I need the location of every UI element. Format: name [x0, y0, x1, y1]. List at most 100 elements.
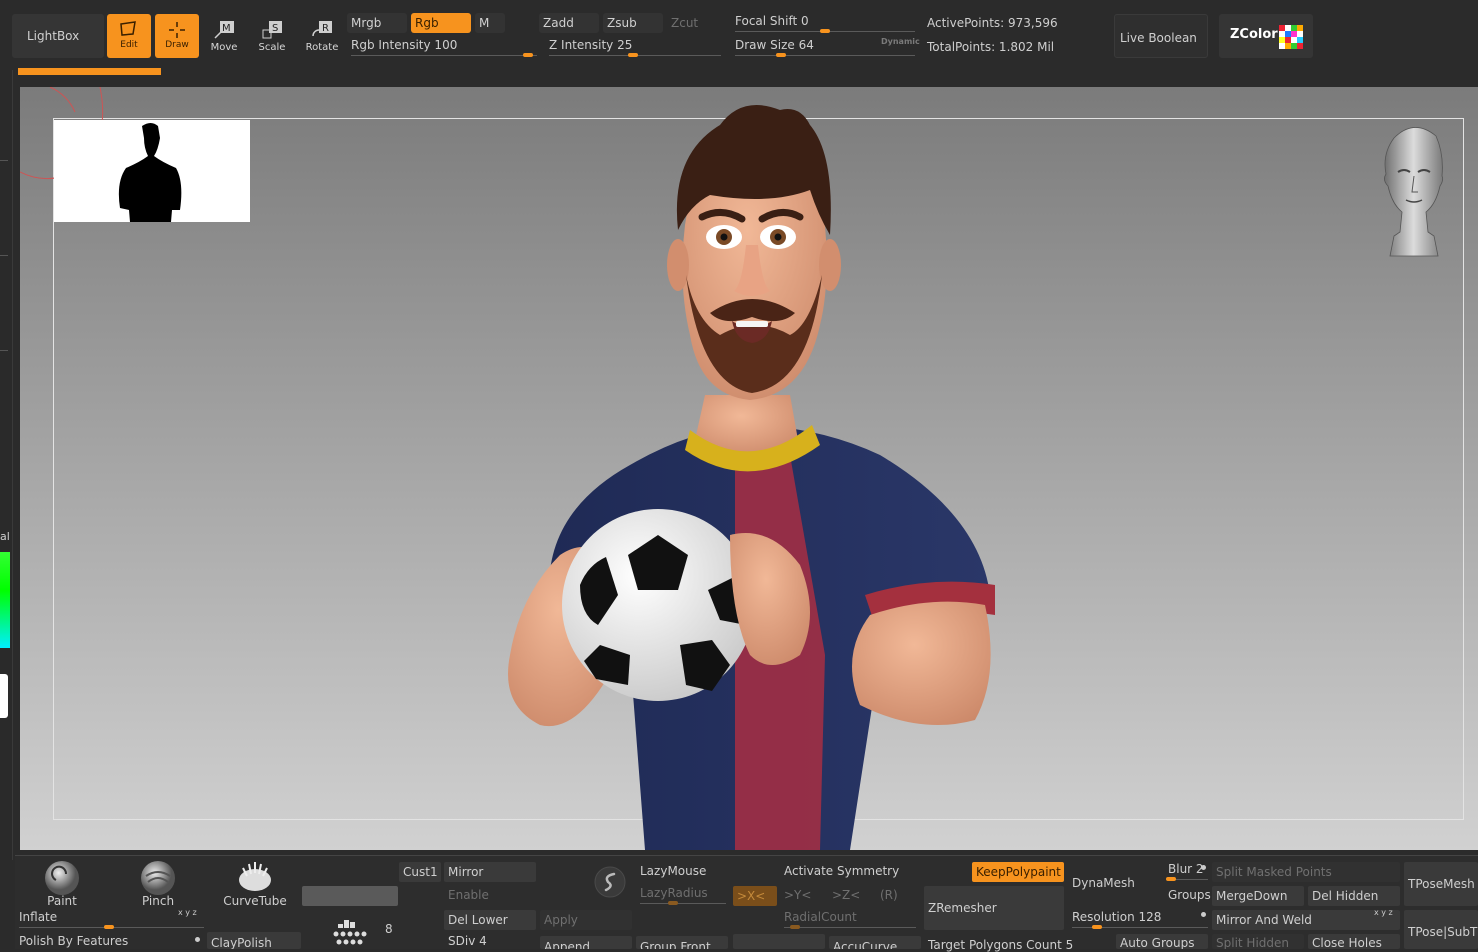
cust1-button[interactable]: Cust1 — [399, 862, 441, 882]
paint-brush-label: Paint — [47, 894, 77, 908]
curvetube-brush[interactable]: CurveTube — [220, 860, 290, 908]
polish-indicator — [195, 937, 200, 942]
close-holes-button[interactable]: Close Holes — [1308, 934, 1400, 949]
enable-button[interactable]: Enable — [448, 888, 489, 902]
draw-label: Draw — [165, 40, 189, 50]
lazyradius-label: LazyRadius — [640, 886, 708, 900]
svg-text:R: R — [322, 23, 329, 34]
z-intensity-knob[interactable] — [628, 53, 638, 57]
auto-groups-button[interactable]: Auto Groups — [1116, 934, 1208, 949]
draw-icon — [169, 22, 185, 38]
mirror-button[interactable]: Mirror — [444, 862, 536, 882]
move-label: Move — [210, 42, 238, 53]
active-points: ActivePoints: 973,596 — [927, 16, 1058, 30]
lightbox-button[interactable]: LightBox — [12, 14, 104, 58]
radialcount-label: RadialCount — [784, 910, 857, 924]
pinch-brush[interactable]: Pinch — [136, 860, 180, 908]
groups-button[interactable]: Groups — [1168, 888, 1211, 902]
tposemesh-button[interactable]: TPoseMesh — [1404, 862, 1478, 906]
mergedown-button[interactable]: MergeDown — [1212, 886, 1304, 906]
paint-brush-icon — [45, 861, 79, 895]
rgb-button[interactable]: Rgb — [411, 13, 471, 33]
inflate-label: Inflate — [19, 910, 58, 924]
edit-button[interactable]: Edit — [107, 14, 151, 58]
keeppolypaint-button[interactable]: KeepPolypaint — [972, 862, 1064, 882]
edit-label: Edit — [120, 40, 138, 50]
m-button[interactable]: M — [475, 13, 505, 33]
append-button[interactable]: Append — [540, 936, 632, 949]
svg-text:M: M — [222, 23, 231, 34]
zsub-button[interactable]: Zsub — [603, 13, 663, 33]
tpose-subt-button[interactable]: TPose|SubT — [1404, 910, 1478, 949]
mirror-and-weld-button[interactable]: Mirror And Weld — [1212, 910, 1400, 930]
progress-bar — [18, 68, 161, 75]
pinch-brush-label: Pinch — [141, 894, 175, 908]
blur-label: Blur 2 — [1168, 862, 1204, 876]
edit-icon — [120, 21, 136, 36]
zadd-button[interactable]: Zadd — [539, 13, 599, 33]
color-grid-icon — [1279, 25, 1303, 49]
focal-shift-knob[interactable] — [820, 29, 830, 33]
live-boolean-button[interactable]: Live Boolean — [1114, 14, 1208, 58]
viewport-button[interactable] — [733, 934, 825, 949]
radialcount-knob[interactable] — [790, 925, 800, 929]
lazyradius-knob[interactable] — [668, 901, 678, 905]
del-hidden-button[interactable]: Del Hidden — [1308, 886, 1400, 906]
y-symmetry-button[interactable]: >Y< — [784, 888, 811, 902]
zcut-button[interactable]: Zcut — [671, 16, 698, 30]
subtools-icon[interactable] — [330, 916, 368, 946]
z-symmetry-button[interactable]: >Z< — [832, 888, 860, 902]
brush-search-field[interactable] — [302, 886, 398, 906]
split-hidden-button[interactable]: Split Hidden — [1212, 934, 1304, 949]
silhouette-figure — [118, 123, 182, 222]
dynamesh-button[interactable]: DynaMesh — [1072, 876, 1135, 890]
move-button[interactable]: M Move — [204, 20, 244, 53]
dynamic-toggle[interactable]: Dynamic — [881, 37, 920, 46]
z-intensity-label: Z Intensity 25 — [549, 38, 633, 52]
apply-button[interactable]: Apply — [540, 910, 632, 930]
draw-size-slider[interactable] — [735, 55, 915, 56]
radialcount-slider[interactable] — [784, 927, 916, 928]
move-icon: M — [214, 21, 234, 39]
radial-symmetry-button[interactable]: (R) — [880, 888, 898, 902]
rgb-intensity-knob[interactable] — [523, 53, 533, 57]
rgb-intensity-slider[interactable] — [351, 55, 537, 56]
color-picker-strip[interactable] — [0, 552, 10, 648]
navigation-head-icon[interactable] — [1372, 120, 1456, 260]
silhouette-thumbnail[interactable] — [54, 120, 250, 222]
resolution-knob[interactable] — [1092, 925, 1102, 929]
split-masked-points-button[interactable]: Split Masked Points — [1212, 862, 1400, 882]
scale-button[interactable]: S Scale — [252, 20, 292, 53]
resolution-label: Resolution 128 — [1072, 910, 1162, 924]
left-panel-divider — [0, 160, 8, 161]
main-color-swatch[interactable] — [0, 674, 8, 718]
blur-knob[interactable] — [1166, 877, 1176, 881]
paint-brush[interactable]: Paint — [40, 860, 84, 908]
zcolor-button[interactable]: ZColor — [1219, 14, 1313, 58]
claypolish-button[interactable]: ClayPolish — [207, 932, 301, 949]
zremesher-button[interactable]: ZRemesher — [924, 886, 1064, 930]
draw-size-knob[interactable] — [776, 53, 786, 57]
inflate-axes[interactable]: x y z — [178, 908, 197, 917]
mrgb-button[interactable]: Mrgb — [347, 13, 407, 33]
scale-label: Scale — [258, 42, 286, 53]
total-points: TotalPoints: 1.802 Mil — [927, 40, 1055, 54]
accucurve-button[interactable]: AccuCurve — [829, 936, 921, 949]
lazyradius-slider[interactable] — [640, 903, 726, 904]
character-model[interactable] — [480, 95, 1020, 850]
bottom-shelf-border — [15, 855, 1478, 856]
left-strip — [0, 70, 13, 860]
rotate-button[interactable]: R Rotate — [302, 20, 342, 53]
activate-symmetry-button[interactable]: Activate Symmetry — [784, 864, 899, 878]
inflate-knob[interactable] — [104, 925, 114, 929]
del-lower-button[interactable]: Del Lower — [444, 910, 536, 930]
rotate-label: Rotate — [305, 42, 339, 53]
lazymouse-label[interactable]: LazyMouse — [640, 864, 706, 878]
lazymouse-icon[interactable] — [594, 866, 626, 898]
mirror-weld-axes[interactable]: x y z — [1374, 908, 1393, 917]
curvetube-brush-icon — [239, 862, 271, 891]
x-symmetry-button[interactable]: >X< — [733, 886, 777, 906]
group-front-button[interactable]: Group Front — [636, 936, 728, 949]
draw-button[interactable]: Draw — [155, 14, 199, 58]
polish-by-features-label[interactable]: Polish By Features — [19, 934, 128, 948]
